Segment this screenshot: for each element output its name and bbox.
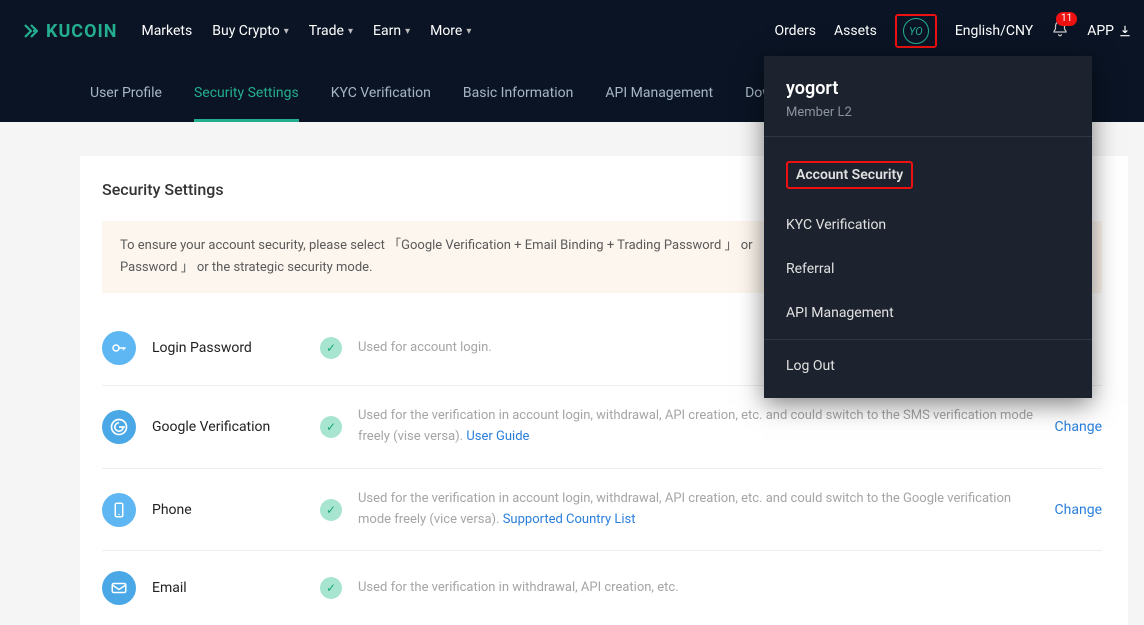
menu-api-management[interactable]: API Management — [764, 291, 1092, 335]
row-desc: Used for the verification in account log… — [358, 406, 1035, 448]
popover-header: yogort Member L2 — [764, 56, 1092, 137]
row-desc: Used for the verification in withdrawal,… — [358, 578, 1102, 599]
user-menu-popover: yogort Member L2 Account Security KYC Ve… — [764, 56, 1092, 398]
main-nav: Markets Buy Crypto ▾ Trade ▾ Earn ▾ More ▾ — [141, 23, 471, 39]
nav-more[interactable]: More ▾ — [430, 23, 471, 39]
brand-text: KUCOIN — [46, 21, 117, 42]
row-label: Login Password — [152, 340, 320, 356]
check-icon: ✓ — [320, 499, 342, 521]
change-phone-link[interactable]: Change — [1055, 502, 1102, 518]
email-icon — [102, 571, 136, 605]
orders-link[interactable]: Orders — [774, 23, 816, 39]
change-google-link[interactable]: Change — [1055, 419, 1102, 435]
row-label: Email — [152, 580, 320, 596]
app-download-link[interactable]: APP — [1087, 23, 1132, 39]
tab-kyc-verification[interactable]: KYC Verification — [331, 85, 431, 122]
row-phone: Phone ✓ Used for the verification in acc… — [102, 469, 1102, 552]
row-email: Email ✓ Used for the verification in wit… — [102, 551, 1102, 625]
row-label: Google Verification — [152, 419, 320, 435]
row-desc-text: Used for the verification in account log… — [358, 408, 1033, 444]
tab-user-profile[interactable]: User Profile — [90, 85, 162, 122]
row-google-verification: Google Verification ✓ Used for the verif… — [102, 386, 1102, 469]
menu-referral[interactable]: Referral — [764, 247, 1092, 291]
top-header: KUCOIN Markets Buy Crypto ▾ Trade ▾ Earn ▾ … — [0, 0, 1144, 62]
header-right: Orders Assets YO English/CNY 11 APP — [774, 14, 1132, 48]
user-avatar[interactable]: YO — [903, 18, 929, 44]
nav-earn[interactable]: Earn ▾ — [373, 23, 410, 39]
key-icon — [102, 331, 136, 365]
row-desc: Used for the verification in account log… — [358, 489, 1035, 531]
menu-account-security-label: Account Security — [786, 161, 913, 189]
chevron-down-icon: ▾ — [348, 26, 353, 37]
language-currency[interactable]: English/CNY — [955, 23, 1033, 39]
nav-trade-label: Trade — [309, 23, 344, 39]
tab-basic-information[interactable]: Basic Information — [463, 85, 574, 122]
google-icon — [102, 410, 136, 444]
phone-icon — [102, 493, 136, 527]
user-guide-link[interactable]: User Guide — [466, 429, 529, 444]
supported-country-link[interactable]: Supported Country List — [503, 512, 636, 527]
check-icon: ✓ — [320, 416, 342, 438]
popover-menu: Account Security KYC Verification Referr… — [764, 137, 1092, 398]
assets-link[interactable]: Assets — [834, 23, 877, 39]
popover-username: yogort — [786, 78, 1070, 99]
popover-member-tier: Member L2 — [786, 105, 1070, 120]
nav-earn-label: Earn — [373, 23, 401, 39]
chevron-down-icon: ▾ — [284, 26, 289, 37]
nav-buy-crypto[interactable]: Buy Crypto ▾ — [212, 23, 288, 39]
brand-logo[interactable]: KUCOIN — [22, 21, 117, 42]
row-label: Phone — [152, 502, 320, 518]
nav-buy-label: Buy Crypto — [212, 23, 279, 39]
menu-kyc-verification[interactable]: KYC Verification — [764, 203, 1092, 247]
chevron-down-icon: ▾ — [466, 26, 471, 37]
tab-api-management[interactable]: API Management — [605, 85, 713, 122]
app-label: APP — [1087, 23, 1114, 39]
notification-badge: 11 — [1056, 12, 1077, 26]
menu-divider — [764, 339, 1092, 340]
logo-icon — [22, 22, 40, 40]
nav-more-label: More — [430, 23, 462, 39]
nav-markets[interactable]: Markets — [141, 23, 192, 39]
nav-trade[interactable]: Trade ▾ — [309, 23, 353, 39]
tab-security-settings[interactable]: Security Settings — [194, 85, 299, 122]
download-icon — [1118, 24, 1132, 38]
menu-account-security[interactable]: Account Security — [764, 147, 1092, 203]
nav-markets-label: Markets — [141, 23, 192, 39]
check-icon: ✓ — [320, 337, 342, 359]
menu-logout[interactable]: Log Out — [764, 344, 1092, 388]
check-icon: ✓ — [320, 577, 342, 599]
chevron-down-icon: ▾ — [405, 26, 410, 37]
avatar-highlight: YO — [895, 14, 937, 48]
notifications-button[interactable]: 11 — [1051, 20, 1069, 42]
row-desc-text: Used for the verification in account log… — [358, 491, 1011, 527]
